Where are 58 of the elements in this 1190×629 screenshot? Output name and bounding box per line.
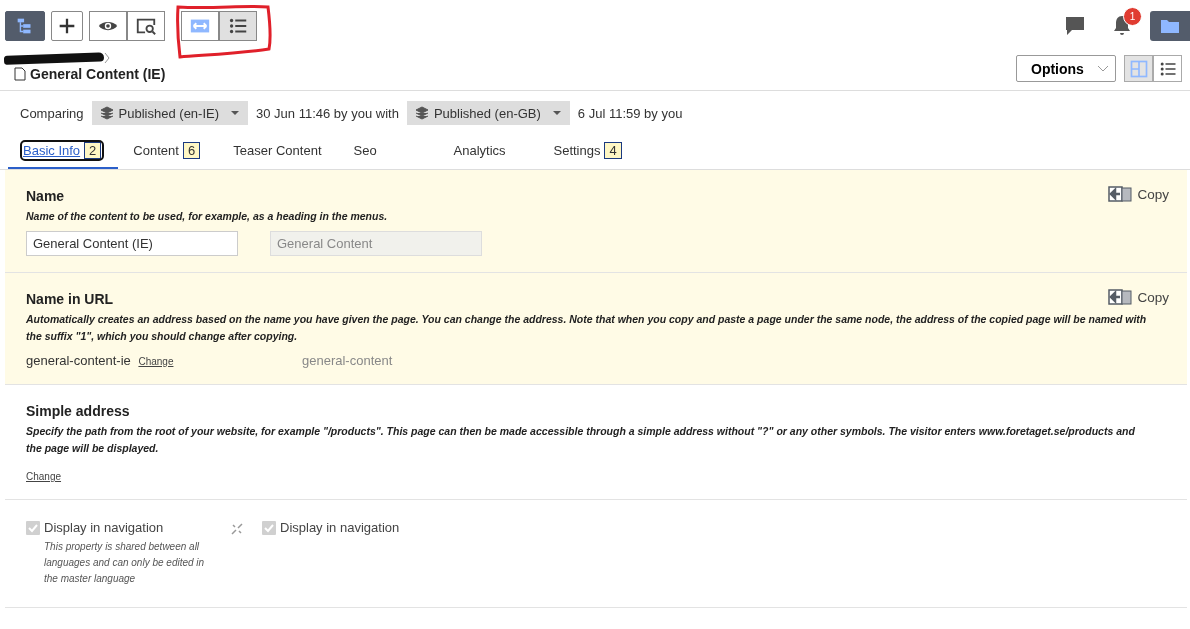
tree-icon (17, 18, 31, 34)
page-icon (14, 67, 26, 81)
notification-badge: 1 (1123, 7, 1142, 26)
layers-icon (414, 106, 429, 120)
compare-url-value: general-content (302, 353, 393, 368)
checkbox-label: Display in navigation (280, 520, 400, 535)
chat-icon[interactable] (1064, 15, 1086, 37)
change-link[interactable]: Change (26, 471, 62, 482)
field-description: Automatically creates an address based on the name you have given the page. You can change the address. Note that when you copy and paste a page under the same node, the address of the copied page will be named with the suffix "1", which you should change after copying. (26, 312, 1148, 344)
tab[interactable]: Basic Info 2 (8, 135, 119, 169)
tab[interactable]: Seo (338, 135, 439, 169)
page-title: General Content (IE) (30, 66, 166, 82)
field-title: Name (26, 188, 65, 204)
copy-arrow-icon (1108, 289, 1133, 305)
version-meta: 6 Jul 11:59 by you (577, 105, 683, 121)
view-button[interactable] (127, 11, 165, 41)
name-input[interactable]: General Content (IE) (26, 231, 238, 256)
eye-icon (98, 21, 118, 31)
list-view-button[interactable] (1153, 55, 1182, 82)
caret-icon (230, 110, 241, 116)
field-title: Simple address (26, 403, 130, 419)
comparing-label: Comparing (20, 105, 84, 121)
list-icon (1160, 62, 1176, 75)
list-button[interactable] (219, 11, 257, 41)
field-description: Name of the content to be used, for example, as a heading in the menus. (26, 209, 389, 224)
plus-icon (58, 17, 76, 35)
tab[interactable]: Content 6 (118, 135, 219, 169)
preview-button[interactable] (89, 11, 127, 41)
version-meta: 30 Jun 11:46 by you with (256, 105, 399, 121)
tab[interactable]: Teaser Content (218, 135, 339, 169)
url-value: general-content-ie (26, 353, 131, 368)
folder-icon (1160, 18, 1180, 34)
field-title: Name in URL (26, 291, 114, 307)
chevron-down-icon (1097, 64, 1109, 73)
copy-button[interactable]: Copy (1108, 289, 1169, 305)
caret-icon (551, 110, 562, 116)
magnifier-page-icon (136, 18, 157, 36)
split-layout-icon (1130, 60, 1147, 77)
add-button[interactable] (51, 11, 83, 41)
tab[interactable]: Analytics (438, 135, 539, 169)
options-dropdown[interactable]: Options (1016, 55, 1116, 82)
unlink-icon (230, 522, 244, 536)
list-icon (229, 18, 248, 34)
shared-note: This property is shared between all languages and can only be edited in the master language (44, 540, 206, 586)
version-dropdown[interactable]: Published (en-IE) (91, 101, 249, 125)
version-dropdown[interactable]: Published (en-GB) (406, 101, 570, 125)
copy-button[interactable]: Copy (1108, 186, 1169, 202)
tab[interactable]: Settings 4 (538, 135, 639, 169)
compare-button[interactable] (181, 11, 219, 41)
copy-arrow-icon (1108, 186, 1133, 202)
field-description: Specify the path from the root of your website, for example "/products". This page can then be made accessible through a simple address without "?" or any other symbols. The visitor enters www.foretaget.se/products and the page will be displayed. (26, 424, 1136, 456)
arrows-icon (190, 19, 210, 33)
checkbox-label: Display in navigation (44, 520, 164, 535)
layers-icon (99, 106, 114, 120)
tree-button[interactable] (5, 11, 45, 41)
chevron-right-icon (104, 52, 110, 64)
change-link[interactable]: Change (138, 356, 174, 367)
folder-button[interactable] (1150, 11, 1190, 41)
